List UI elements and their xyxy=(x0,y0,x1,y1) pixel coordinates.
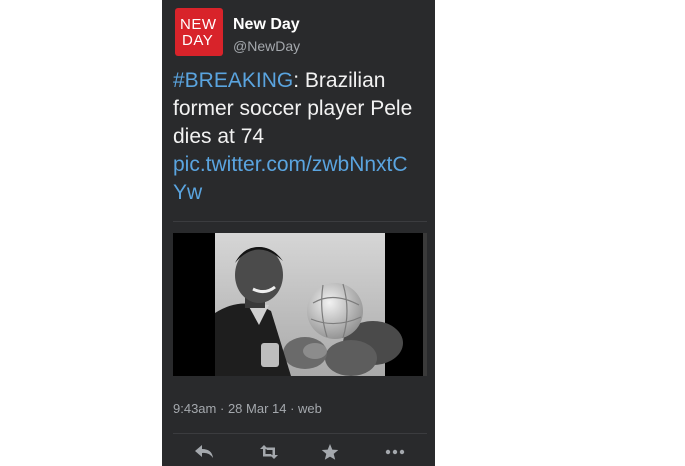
more-button[interactable] xyxy=(382,441,408,463)
divider xyxy=(173,433,427,434)
avatar-text-line2: DAY xyxy=(182,32,214,49)
avatar-text-line1: NEW xyxy=(180,16,217,33)
more-icon xyxy=(385,449,405,455)
star-icon xyxy=(321,444,339,460)
user-handle[interactable]: @NewDay xyxy=(233,38,300,54)
hashtag-link[interactable]: #BREAKING xyxy=(173,69,293,92)
retweet-button[interactable] xyxy=(256,441,282,463)
avatar[interactable]: NEW DAY xyxy=(175,8,223,56)
tweet-time[interactable]: 9:43am xyxy=(173,401,216,416)
favorite-button[interactable] xyxy=(317,441,343,463)
reply-button[interactable] xyxy=(192,441,218,463)
meta-separator: · xyxy=(216,401,228,416)
tweet-photo[interactable] xyxy=(173,233,427,376)
photo-image xyxy=(173,233,427,376)
tweet-meta: 9:43am · 28 Mar 14 · web xyxy=(173,401,322,416)
reply-icon xyxy=(195,445,213,458)
tweet-text: #BREAKING: Brazilian former soccer playe… xyxy=(173,67,428,207)
media-link[interactable]: pic.twitter.com/zwbNnxtC Yw xyxy=(173,153,408,204)
meta-separator: · xyxy=(286,401,299,416)
tweet-card: NEW DAY New Day @NewDay #BREAKING: Brazi… xyxy=(162,0,435,466)
divider xyxy=(173,221,427,222)
tweet-date[interactable]: 28 Mar 14 xyxy=(228,401,287,416)
media-link-line2: Yw xyxy=(173,181,203,204)
retweet-icon xyxy=(260,445,278,459)
display-name[interactable]: New Day xyxy=(233,16,300,34)
tweet-source[interactable]: web xyxy=(298,401,322,416)
media-link-line1: pic.twitter.com/zwbNnxtC xyxy=(173,153,408,176)
